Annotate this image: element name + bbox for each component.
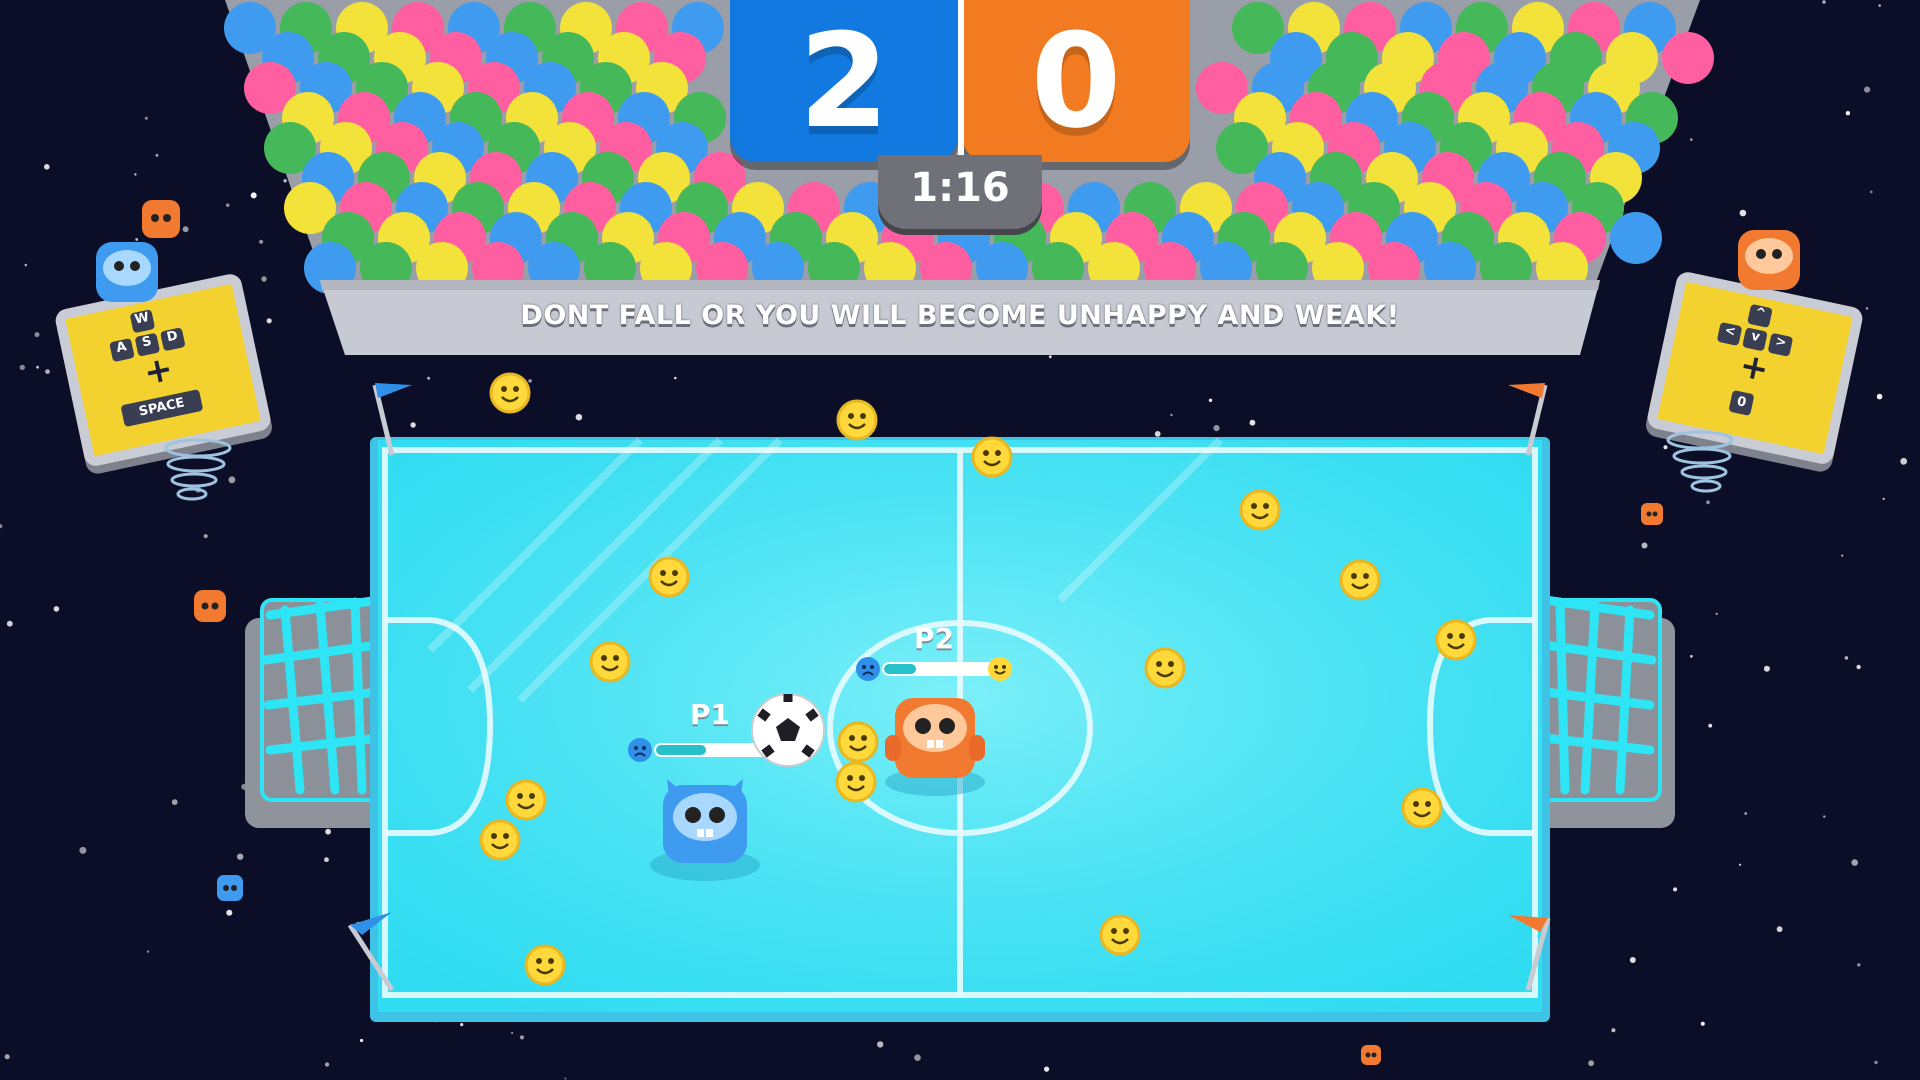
sad-face-icon bbox=[856, 657, 880, 681]
soccer-field bbox=[245, 372, 1675, 1022]
smiley-coin-icon bbox=[836, 399, 878, 441]
player-1-floating-character bbox=[96, 242, 158, 302]
player-2-floating-character bbox=[1738, 230, 1800, 290]
smiley-coin-icon bbox=[1239, 489, 1281, 531]
plus-sign: + bbox=[140, 348, 177, 394]
smiley-coin-icon bbox=[489, 372, 531, 414]
key-up-arrow: ^ bbox=[1747, 303, 1773, 328]
spring-coil bbox=[164, 438, 232, 501]
smiley-coin-icon bbox=[1099, 914, 1141, 956]
smiley-coin-icon bbox=[505, 779, 547, 821]
floating-creature bbox=[142, 200, 180, 238]
player-2-happiness-bar bbox=[856, 657, 1012, 681]
soccer-ball bbox=[751, 693, 825, 767]
smiley-coin-icon bbox=[837, 721, 879, 763]
player-1-label: P1 bbox=[690, 698, 731, 731]
smiley-coin-icon bbox=[648, 556, 690, 598]
key-a: A bbox=[109, 338, 135, 363]
smiley-coin-icon bbox=[1401, 787, 1443, 829]
plus-sign: + bbox=[1736, 345, 1773, 391]
right-goal bbox=[1535, 595, 1675, 828]
key-w: W bbox=[129, 309, 156, 334]
floating-creature bbox=[1361, 1045, 1381, 1065]
floating-creature bbox=[1641, 503, 1663, 525]
happy-face-icon bbox=[988, 657, 1012, 681]
floating-creature bbox=[194, 590, 226, 622]
key-d: D bbox=[159, 327, 186, 352]
left-goal bbox=[245, 595, 385, 828]
player-2-character[interactable] bbox=[880, 690, 990, 800]
spring-coil bbox=[1666, 430, 1734, 493]
player-2-label: P2 bbox=[914, 622, 955, 655]
player-1-character[interactable] bbox=[645, 765, 765, 885]
key-left-arrow: < bbox=[1716, 321, 1743, 347]
smiley-coin-icon bbox=[589, 641, 631, 683]
key-zero: 0 bbox=[1728, 389, 1755, 416]
smiley-coin-icon bbox=[1144, 647, 1186, 689]
floating-creature bbox=[217, 875, 243, 901]
smiley-coin-icon bbox=[479, 819, 521, 861]
smiley-coin-icon bbox=[1435, 619, 1477, 661]
smiley-coin-icon bbox=[971, 436, 1013, 478]
sad-face-icon bbox=[628, 738, 652, 762]
smiley-coin-icon bbox=[1339, 559, 1381, 601]
key-space: SPACE bbox=[120, 388, 204, 428]
smiley-coin-icon bbox=[835, 761, 877, 803]
smiley-coin-icon bbox=[524, 944, 566, 986]
